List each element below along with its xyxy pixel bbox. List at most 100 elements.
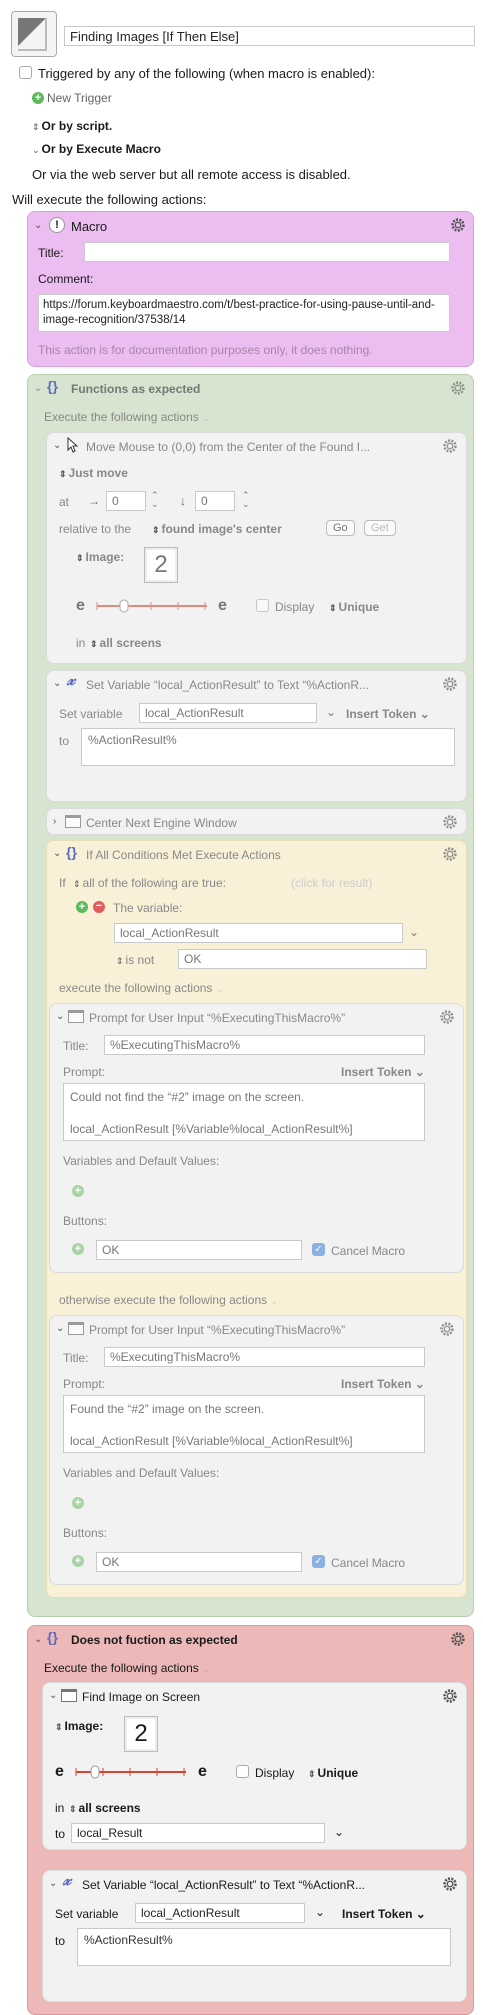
variable-menu-chevron-icon[interactable]: ⌄: [326, 705, 336, 719]
add-variable-plus-icon[interactable]: +: [72, 1497, 84, 1509]
move-mouse-action[interactable]: ⌄ Move Mouse to (0,0) from the Center of…: [46, 432, 467, 664]
gear-icon[interactable]: [441, 1875, 459, 1893]
condition-variable-field[interactable]: local_ActionResult: [114, 923, 403, 943]
all-of-popup[interactable]: ⇕ all of the following are true:: [73, 876, 226, 890]
collapse-chevron-icon[interactable]: ⌄: [49, 1878, 57, 1889]
group-does-not-function[interactable]: ⌄ {} Does not fuction as expected Execut…: [27, 1625, 474, 2015]
gear-icon[interactable]: [441, 437, 459, 455]
updown-icon: ⇕: [90, 639, 98, 649]
y-stepper[interactable]: ⌃ ⌄: [242, 491, 250, 509]
group-functions-as-expected[interactable]: ⌄ {} Functions as expected Execute the f…: [27, 374, 474, 1617]
buttons-label: Buttons:: [63, 1214, 108, 1228]
title-field[interactable]: %ExecutingThisMacro%: [104, 1035, 425, 1055]
title-field[interactable]: %ExecutingThisMacro%: [104, 1347, 425, 1367]
x-stepper[interactable]: ⌃ ⌄: [151, 491, 159, 509]
is-not-popup[interactable]: ⇕ is not: [116, 953, 154, 967]
prompt-user-input-action[interactable]: ⌄ Prompt for User Input “%ExecutingThisM…: [49, 1315, 464, 1585]
add-variable-plus-icon[interactable]: +: [72, 1185, 84, 1197]
collapse-chevron-icon[interactable]: ⌄: [56, 1011, 64, 1022]
if-all-conditions-action[interactable]: ⌄ {} If All Conditions Met Execute Actio…: [46, 840, 467, 1598]
triggered-checkbox[interactable]: [19, 66, 32, 79]
gear-icon[interactable]: [449, 1630, 467, 1648]
fuzz-slider[interactable]: [74, 1765, 189, 1779]
action-header: If All Conditions Met Execute Actions: [86, 848, 281, 862]
gear-icon[interactable]: [441, 675, 459, 693]
insert-token-menu[interactable]: Insert Token ⌄: [341, 1065, 425, 1079]
or-by-script-toggle[interactable]: ⇕ Or by script.: [32, 119, 112, 133]
cancel-macro-checkbox[interactable]: ✓: [312, 1243, 325, 1256]
add-button-plus-icon[interactable]: +: [72, 1243, 84, 1255]
screens-popup[interactable]: ⇕ all screens: [69, 1801, 141, 1815]
image-well[interactable]: 2: [124, 1716, 158, 1752]
collapse-chevron-icon[interactable]: ⌄: [56, 1323, 64, 1334]
y-field[interactable]: 0: [195, 491, 235, 511]
gear-icon[interactable]: [441, 813, 459, 831]
button-name-field[interactable]: OK: [96, 1240, 302, 1260]
collapse-chevron-icon[interactable]: ⌄: [49, 1690, 57, 1701]
set-variable-action[interactable]: ⌄ 𝓍 Set Variable “local_ActionResult” to…: [46, 670, 467, 802]
collapse-chevron-icon[interactable]: ⌄: [34, 1634, 42, 1645]
execute-label: execute the following actions ⌄: [59, 981, 224, 995]
set-variable-action[interactable]: ⌄ 𝓍 Set Variable “local_ActionResult” to…: [42, 1870, 467, 2002]
gear-icon[interactable]: [449, 379, 467, 397]
click-for-result[interactable]: (click for result): [291, 876, 372, 890]
doc-note: This action is for documentation purpose…: [38, 343, 373, 357]
remove-condition-minus-icon[interactable]: −: [93, 901, 105, 913]
insert-token-menu[interactable]: Insert Token ⌄: [346, 707, 430, 721]
to-variable-chevron-icon[interactable]: ⌄: [334, 1825, 344, 1839]
new-trigger-plus-icon[interactable]: +: [32, 92, 44, 104]
add-condition-plus-icon[interactable]: +: [76, 901, 88, 913]
prompt-text-field[interactable]: Found the “#2” image on the screen. loca…: [63, 1395, 425, 1453]
new-trigger-button[interactable]: New Trigger: [47, 91, 112, 105]
collapse-chevron-icon[interactable]: ⌄: [34, 383, 42, 394]
x-field[interactable]: 0: [106, 491, 146, 511]
display-checkbox[interactable]: [256, 599, 269, 612]
variable-menu-chevron-icon[interactable]: ⌄: [315, 1905, 325, 1919]
add-button-plus-icon[interactable]: +: [72, 1555, 84, 1567]
find-image-action[interactable]: ⌄ Find Image on Screen ⇕ Image: 2 e e Dis…: [42, 1682, 467, 1850]
condition-variable-chevron-icon[interactable]: ⌄: [409, 925, 419, 939]
fuzz-slider[interactable]: [95, 599, 210, 613]
prompt-user-input-action[interactable]: ⌄ Prompt for User Input “%ExecutingThisM…: [49, 1003, 464, 1273]
gear-icon[interactable]: [438, 1320, 456, 1338]
comment-field[interactable]: https://forum.keyboardmaestro.com/t/best…: [38, 294, 450, 332]
center-next-window-action[interactable]: › Center Next Engine Window: [46, 808, 467, 835]
unique-popup[interactable]: ⇕ Unique: [308, 1766, 358, 1780]
prompt-text-field[interactable]: Could not find the “#2” image on the scr…: [63, 1083, 425, 1141]
insert-token-menu[interactable]: Insert Token ⌄: [342, 1907, 426, 1921]
macro-action[interactable]: ⌄ ! Macro Title: Comment: https://forum.…: [27, 211, 474, 367]
action-header: Center Next Engine Window: [86, 816, 237, 830]
macro-icon[interactable]: [11, 11, 57, 57]
unique-popup[interactable]: ⇕ Unique: [329, 600, 379, 614]
is-not-value-field[interactable]: OK: [178, 949, 427, 969]
buttons-label: Buttons:: [63, 1526, 108, 1540]
gear-icon[interactable]: [449, 216, 467, 234]
image-well[interactable]: 2: [144, 547, 178, 583]
gear-icon[interactable]: [441, 845, 459, 863]
to-variable-field[interactable]: local_Result: [71, 1823, 325, 1843]
cancel-macro-checkbox[interactable]: ✓: [312, 1555, 325, 1568]
title-field[interactable]: [84, 242, 450, 262]
display-checkbox[interactable]: [236, 1765, 249, 1778]
screens-popup[interactable]: ⇕ all screens: [90, 636, 162, 650]
just-move-popup[interactable]: ⇕ Just move: [59, 466, 128, 480]
variable-name-field[interactable]: local_ActionResult: [139, 703, 317, 723]
get-button[interactable]: Get: [364, 520, 396, 536]
variable-name-field[interactable]: local_ActionResult: [135, 1903, 305, 1923]
go-button[interactable]: Go: [326, 520, 355, 536]
or-by-execute-toggle[interactable]: ⌄ Or by Execute Macro: [32, 142, 161, 156]
to-value-field[interactable]: %ActionResult%: [81, 728, 455, 766]
expand-chevron-icon[interactable]: ›: [53, 816, 56, 827]
macro-name-field[interactable]: Finding Images [If Then Else]: [64, 26, 475, 46]
button-name-field[interactable]: OK: [96, 1552, 302, 1572]
relative-popup[interactable]: ⇕ found image's center: [152, 522, 282, 536]
collapse-chevron-icon[interactable]: ⌄: [34, 220, 42, 231]
to-value-field[interactable]: %ActionResult%: [77, 1928, 451, 1966]
collapse-chevron-icon[interactable]: ⌄: [53, 848, 61, 859]
exclamation-icon: !: [49, 217, 65, 233]
collapse-chevron-icon[interactable]: ⌄: [53, 440, 61, 451]
gear-icon[interactable]: [441, 1687, 459, 1705]
gear-icon[interactable]: [438, 1008, 456, 1026]
collapse-chevron-icon[interactable]: ⌄: [53, 678, 61, 689]
insert-token-menu[interactable]: Insert Token ⌄: [341, 1377, 425, 1391]
